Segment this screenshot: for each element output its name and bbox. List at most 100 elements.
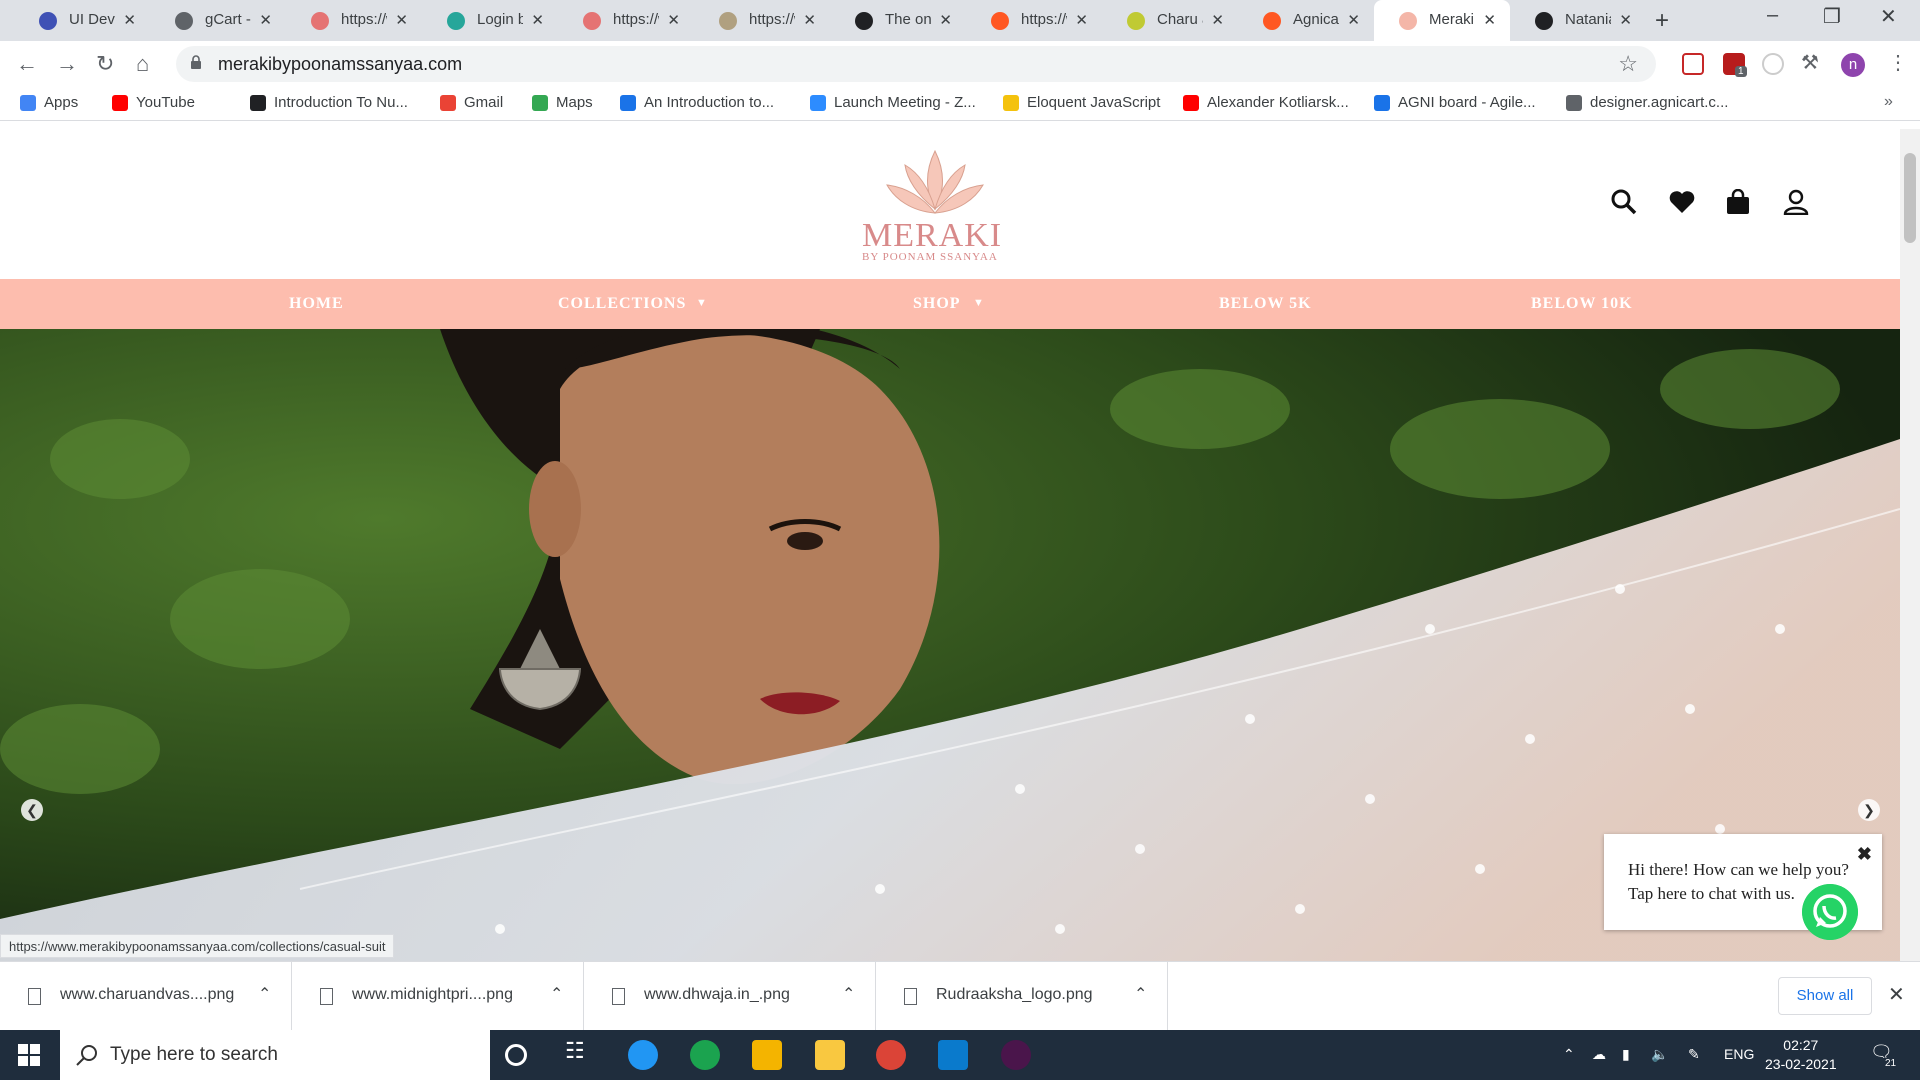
pen-icon[interactable]: ✎ xyxy=(1688,1046,1700,1063)
bookmark-label: Introduction To Nu... xyxy=(274,94,408,111)
whatsapp-icon[interactable] xyxy=(1802,884,1858,940)
tray-overflow-icon[interactable]: ⌃ xyxy=(1563,1046,1575,1063)
browser-tab[interactable]: https://w ✕ xyxy=(694,0,830,41)
onedrive-cloud-icon[interactable]: ☁ xyxy=(1592,1046,1606,1063)
volume-icon[interactable]: 🔈 xyxy=(1651,1046,1668,1063)
file-explorer-icon[interactable] xyxy=(815,1040,845,1070)
task-view-icon[interactable]: ☷ xyxy=(565,1038,595,1068)
tab-favicon-icon xyxy=(311,12,329,30)
language-indicator[interactable]: ENG xyxy=(1724,1046,1754,1062)
bookmark-item[interactable]: Gmail xyxy=(440,94,503,111)
whatsapp-chat-popup[interactable]: Hi there! How can we help you? Tap here … xyxy=(1604,834,1882,940)
browser-tab[interactable]: The onli ✕ xyxy=(830,0,966,41)
download-options-chevron-icon[interactable]: ⌃ xyxy=(258,984,271,1004)
nav-home[interactable]: HOME xyxy=(289,295,344,313)
battery-icon[interactable]: ▮ xyxy=(1622,1046,1630,1063)
taskbar-search-box[interactable]: Type here to search xyxy=(60,1030,490,1080)
tab-close-icon[interactable]: ✕ xyxy=(803,11,816,29)
chrome-icon[interactable] xyxy=(876,1040,906,1070)
nav-below-5k[interactable]: BELOW 5K xyxy=(1219,295,1312,313)
cortana-icon[interactable] xyxy=(505,1044,527,1066)
bookmark-item[interactable]: Apps xyxy=(20,94,78,111)
browser-tab[interactable]: Login by ✕ xyxy=(422,0,558,41)
download-item[interactable]: www.charuandvas....png ⌃ xyxy=(0,962,292,1031)
search-icon[interactable] xyxy=(1611,189,1637,215)
download-item[interactable]: www.midnightpri....png ⌃ xyxy=(292,962,584,1031)
back-icon[interactable]: ← xyxy=(16,51,38,77)
tab-close-icon[interactable]: ✕ xyxy=(939,11,952,29)
browser-tab[interactable]: https://w ✕ xyxy=(966,0,1102,41)
download-item[interactable]: www.dhwaja.in_.png ⌃ xyxy=(584,962,876,1031)
bookmark-item[interactable]: Introduction To Nu... xyxy=(250,94,408,111)
bookmark-item[interactable]: Eloquent JavaScript xyxy=(1003,94,1160,111)
close-downloads-icon[interactable]: ✕ xyxy=(1888,982,1905,1007)
tab-close-icon[interactable]: ✕ xyxy=(531,11,544,29)
show-all-downloads-button[interactable]: Show all xyxy=(1778,977,1872,1015)
nav-collections[interactable]: COLLECTIONS xyxy=(558,295,686,313)
page-scrollbar[interactable] xyxy=(1900,129,1920,961)
reload-icon[interactable]: ↻ xyxy=(96,51,114,77)
tab-close-icon[interactable]: ✕ xyxy=(123,11,136,29)
download-options-chevron-icon[interactable]: ⌃ xyxy=(1134,984,1147,1004)
nav-shop[interactable]: SHOP xyxy=(913,295,961,313)
browser-tab[interactable]: Natania ✕ xyxy=(1510,0,1646,41)
slack-icon[interactable] xyxy=(1001,1040,1031,1070)
browser-tab[interactable]: UI Devel ✕ xyxy=(14,0,150,41)
extension-icon[interactable] xyxy=(1762,53,1784,75)
bookmark-item[interactable]: YouTube xyxy=(112,94,195,111)
tab-close-icon[interactable]: ✕ xyxy=(1211,11,1224,29)
bookmark-item[interactable]: An Introduction to... xyxy=(620,94,774,111)
browser-tab[interactable]: gCart - A ✕ xyxy=(150,0,286,41)
cart-bag-icon[interactable] xyxy=(1726,189,1750,215)
puzzle-extensions-icon[interactable]: ⚒ xyxy=(1801,50,1823,74)
home-icon[interactable]: ⌂ xyxy=(136,51,149,77)
browser-tab[interactable]: https://w ✕ xyxy=(286,0,422,41)
nav-below-10k[interactable]: BELOW 10K xyxy=(1531,295,1633,313)
bookmark-item[interactable]: designer.agnicart.c... xyxy=(1566,94,1728,111)
main-navigation: HOME COLLECTIONS ▼ SHOP ▼ BELOW 5K BELOW… xyxy=(0,279,1900,329)
browser-tab[interactable]: Agnicart ✕ xyxy=(1238,0,1374,41)
address-bar[interactable]: merakibypoonamssanyaa.com ☆ xyxy=(176,46,1656,82)
bookmark-item[interactable]: Alexander Kotliarsk... xyxy=(1183,94,1349,111)
tab-close-icon[interactable]: ✕ xyxy=(1619,11,1632,29)
menu-kebab-icon[interactable]: ⋮ xyxy=(1888,50,1908,75)
tab-close-icon[interactable]: ✕ xyxy=(1483,11,1496,29)
account-user-icon[interactable] xyxy=(1783,189,1809,215)
download-options-chevron-icon[interactable]: ⌃ xyxy=(842,984,855,1004)
minimize-icon[interactable]: – xyxy=(1767,4,1778,27)
tab-close-icon[interactable]: ✕ xyxy=(1347,11,1360,29)
vscode-icon[interactable] xyxy=(938,1040,968,1070)
tab-close-icon[interactable]: ✕ xyxy=(1075,11,1088,29)
forward-icon[interactable]: → xyxy=(56,51,78,77)
system-clock[interactable]: 02:27 23-02-2021 xyxy=(1765,1036,1837,1074)
browser-tab[interactable]: https://w ✕ xyxy=(558,0,694,41)
edge-icon[interactable] xyxy=(690,1040,720,1070)
browser-tab[interactable]: Meraki E ✕ xyxy=(1374,0,1510,41)
chat-close-icon[interactable]: ✖ xyxy=(1857,844,1872,865)
bookmark-item[interactable]: Maps xyxy=(532,94,593,111)
new-tab-button[interactable]: + xyxy=(1655,7,1669,35)
pocket-extension-icon[interactable] xyxy=(1682,53,1704,75)
profile-avatar[interactable]: n xyxy=(1841,53,1865,77)
tab-close-icon[interactable]: ✕ xyxy=(395,11,408,29)
download-options-chevron-icon[interactable]: ⌃ xyxy=(550,984,563,1004)
close-window-icon[interactable]: ✕ xyxy=(1880,4,1897,29)
bookmark-star-icon[interactable]: ☆ xyxy=(1618,51,1638,77)
tab-close-icon[interactable]: ✕ xyxy=(259,11,272,29)
windows-start-icon[interactable] xyxy=(18,1044,40,1066)
download-item[interactable]: Rudraaksha_logo.png ⌃ xyxy=(876,962,1168,1031)
wishlist-heart-icon[interactable] xyxy=(1668,189,1696,215)
more-bookmarks-icon[interactable]: » xyxy=(1884,93,1893,111)
carousel-prev-button[interactable]: ❮ xyxy=(21,799,43,821)
store-icon[interactable] xyxy=(752,1040,782,1070)
tab-close-icon[interactable]: ✕ xyxy=(667,11,680,29)
bookmark-item[interactable]: AGNI board - Agile... xyxy=(1374,94,1536,111)
carousel-next-button[interactable]: ❯ xyxy=(1858,799,1880,821)
windows-taskbar: Type here to search ☷ ⌃ ☁ ▮ 🔈 ✎ ENG 02:2… xyxy=(0,1030,1920,1080)
safari-compass-icon[interactable] xyxy=(628,1040,658,1070)
maximize-icon[interactable]: ❐ xyxy=(1823,4,1841,29)
bookmark-item[interactable]: Launch Meeting - Z... xyxy=(810,94,976,111)
scrollbar-thumb[interactable] xyxy=(1904,153,1916,243)
browser-tab[interactable]: Charu ar ✕ xyxy=(1102,0,1238,41)
tab-favicon-icon xyxy=(175,12,193,30)
